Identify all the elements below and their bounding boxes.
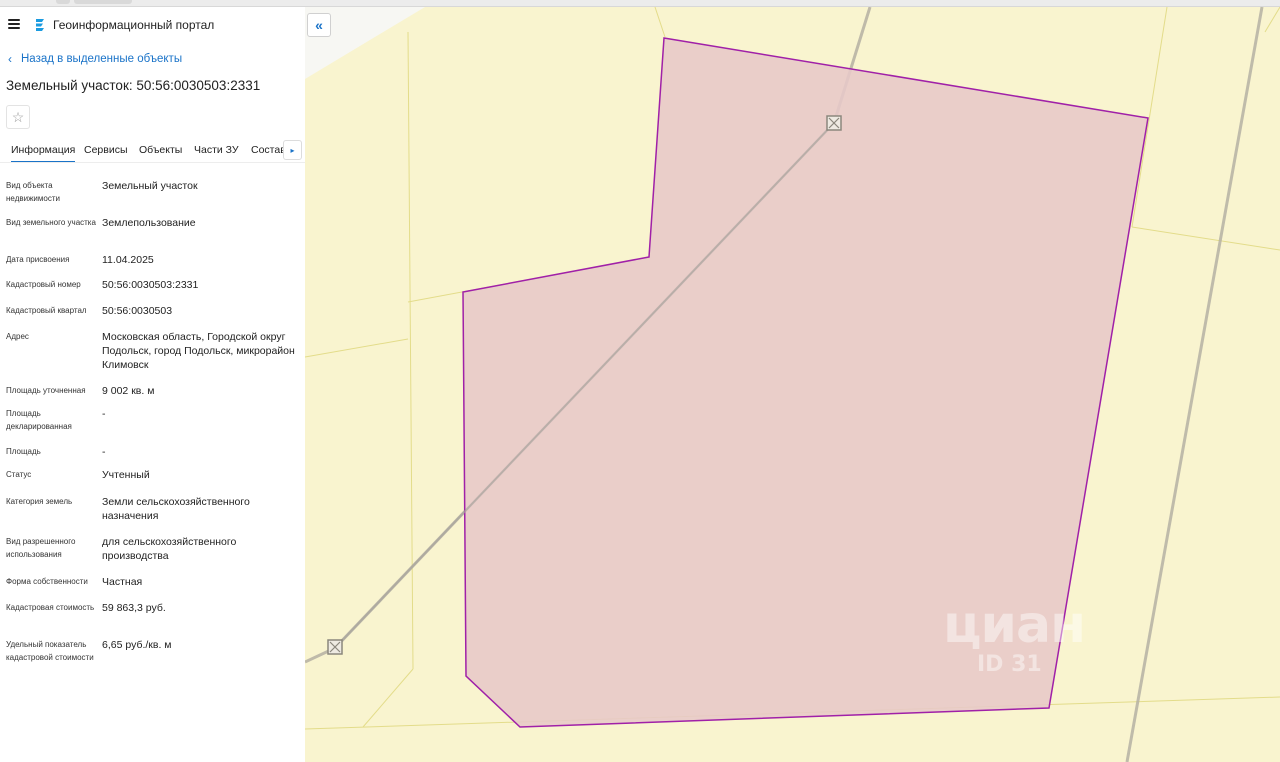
tabs-scroll-right-icon[interactable]: ▸ bbox=[283, 140, 302, 160]
detail-value: Частная bbox=[102, 576, 143, 588]
detail-value: - bbox=[102, 408, 106, 420]
detail-value: 11.04.2025 bbox=[102, 254, 154, 266]
detail-value: - bbox=[102, 446, 106, 458]
tab-composition[interactable]: Состав bbox=[251, 144, 286, 156]
detail-value: 50:56:0030503 bbox=[102, 305, 173, 317]
detail-value: Московская область, Городской округ Подо… bbox=[102, 331, 295, 371]
detail-label: Кадастровый квартал bbox=[6, 306, 87, 315]
detail-label: Удельный показатель кадастровой стоимост… bbox=[6, 640, 94, 662]
detail-value: Земли сельскохозяйственного назначения bbox=[102, 496, 250, 522]
detail-label: Площадь декларированная bbox=[6, 409, 72, 431]
panel-header: Геоинформационный портал bbox=[0, 7, 305, 43]
pole-marker-icon bbox=[826, 115, 842, 131]
detail-label: Вид объекта недвижимости bbox=[6, 181, 60, 203]
detail-label: Категория земель bbox=[6, 497, 73, 506]
detail-value: 6,65 руб./кв. м bbox=[102, 639, 172, 651]
detail-value: Землепользование bbox=[102, 217, 196, 229]
detail-label: Кадастровый номер bbox=[6, 280, 81, 289]
detail-value: 50:56:0030503:2331 bbox=[102, 279, 199, 291]
tab-information[interactable]: Информация bbox=[11, 144, 76, 163]
detail-value: для сельскохозяйственного производства bbox=[102, 536, 237, 562]
tab-services[interactable]: Сервисы bbox=[84, 144, 128, 156]
map-canvas[interactable]: « циан ID 31 bbox=[305, 7, 1280, 762]
app-title: Геоинформационный портал bbox=[53, 18, 215, 32]
back-link-label: Назад в выделенные объекты bbox=[21, 53, 183, 65]
tab-objects[interactable]: Объекты bbox=[139, 144, 182, 156]
detail-label: Форма собственности bbox=[6, 577, 88, 586]
browser-top-strip bbox=[0, 0, 1280, 7]
detail-label: Вид земельного участка bbox=[6, 218, 96, 227]
detail-value: 9 002 кв. м bbox=[102, 385, 155, 397]
tab-bar: Информация Сервисы Объекты Части ЗУ Сост… bbox=[0, 138, 305, 164]
tabs-divider bbox=[0, 162, 305, 163]
detail-label: Дата присвоения bbox=[6, 255, 70, 264]
map-layer bbox=[305, 7, 1280, 762]
detail-value: 59 863,3 руб. bbox=[102, 602, 166, 614]
info-panel: Геоинформационный портал ‹ Назад в выдел… bbox=[0, 7, 305, 762]
tab-parcel-parts[interactable]: Части ЗУ bbox=[194, 144, 239, 156]
back-to-selected-link[interactable]: ‹ Назад в выделенные объекты bbox=[8, 53, 182, 65]
menu-icon[interactable] bbox=[8, 19, 20, 29]
detail-value: Учтенный bbox=[102, 469, 150, 481]
selected-parcel[interactable] bbox=[462, 37, 1149, 728]
detail-label: Статус bbox=[6, 470, 32, 479]
detail-label: Кадастровая стоимость bbox=[6, 603, 95, 612]
chevron-left-icon: ‹ bbox=[8, 52, 12, 66]
detail-value: Земельный участок bbox=[102, 180, 198, 192]
detail-label: Вид разрешенного использования bbox=[6, 537, 76, 559]
object-title: Земельный участок: 50:56:0030503:2331 bbox=[6, 78, 261, 93]
detail-label: Площадь уточненная bbox=[6, 386, 86, 395]
favorite-star-icon[interactable]: ☆ bbox=[6, 105, 30, 129]
detail-label: Площадь bbox=[6, 447, 41, 456]
pole-marker-icon bbox=[327, 639, 343, 655]
detail-label: Адрес bbox=[6, 332, 29, 341]
portal-logo-icon bbox=[36, 19, 44, 31]
collapse-panel-icon[interactable]: « bbox=[307, 13, 331, 37]
